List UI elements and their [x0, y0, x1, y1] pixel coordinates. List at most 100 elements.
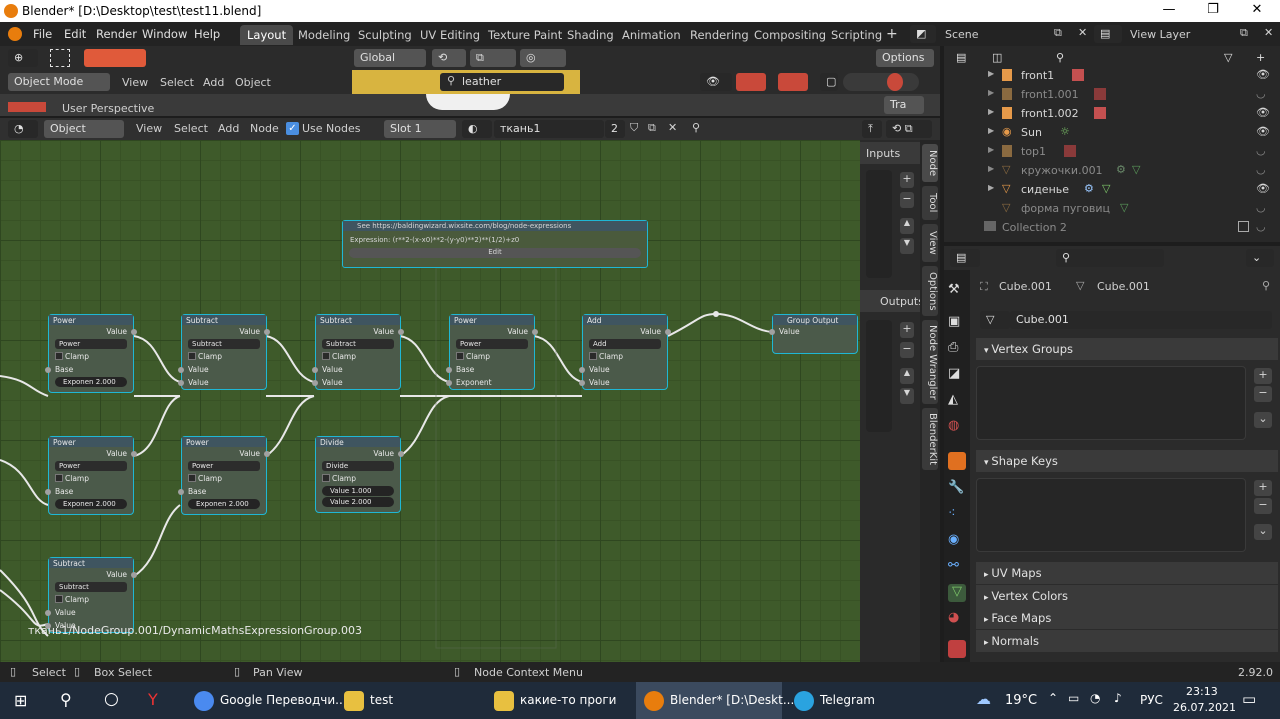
taskbar-app-google-translate[interactable]: Google Переводчи...: [186, 682, 347, 719]
taskbar-app-programs-folder[interactable]: какие-то проги: [486, 682, 632, 719]
clamp-checkbox[interactable]: [188, 474, 196, 482]
mode-dropdown[interactable]: Object Mode: [8, 73, 110, 91]
eye-icon[interactable]: 👁: [1256, 106, 1270, 119]
outputs-list[interactable]: [866, 320, 892, 432]
render-tab-icon[interactable]: ▣: [948, 314, 966, 332]
outliner-row-top1[interactable]: ▶ top1 ◡: [944, 143, 1280, 162]
input-socket[interactable]: [178, 380, 184, 386]
input-socket[interactable]: [178, 367, 184, 373]
shape-key-menu-button[interactable]: ⌄: [1254, 524, 1272, 540]
object-tab-icon[interactable]: [948, 452, 966, 470]
output-socket[interactable]: [131, 329, 137, 335]
output-socket[interactable]: [398, 451, 404, 457]
material-name-field[interactable]: ткань1: [494, 120, 604, 138]
panel-vertex-colors[interactable]: ▸ Vertex Colors: [976, 585, 1278, 607]
output-socket[interactable]: [665, 329, 671, 335]
viewport-menu-select[interactable]: Select: [160, 76, 194, 89]
menu-edit[interactable]: Edit: [64, 27, 86, 41]
remove-output-button[interactable]: −: [900, 342, 914, 358]
xray-icon[interactable]: ▢: [820, 73, 838, 91]
taskbar-app-blender[interactable]: Blender* [D:\Deskt...: [636, 682, 794, 719]
display-mode-icon[interactable]: ◫: [986, 49, 1016, 67]
input-socket[interactable]: [579, 380, 585, 386]
operation-dropdown[interactable]: Power: [55, 339, 127, 349]
pin-icon[interactable]: ⚲: [692, 121, 700, 134]
hidden-eye-icon[interactable]: ◡: [1256, 87, 1266, 100]
expand-icon[interactable]: ▶: [988, 88, 994, 97]
power-node-3[interactable]: Power Value Power Clamp Base Exponen 2.0…: [178, 436, 270, 515]
clamp-checkbox[interactable]: [55, 474, 63, 482]
proportional-edit-icon[interactable]: ◎: [520, 49, 566, 67]
sidebar-tab-blenderkit[interactable]: BlenderKit: [922, 408, 938, 470]
eye-icon[interactable]: 👁: [1256, 68, 1270, 81]
close-button[interactable]: ✕: [1246, 2, 1268, 17]
subtract-node-2[interactable]: Subtract Value Subtract Clamp Value Valu…: [312, 314, 404, 390]
clamp-checkbox[interactable]: [322, 352, 330, 360]
outliner-row-forma[interactable]: ▽ форма пуговиц ▽ ◡: [944, 200, 1280, 219]
expand-icon[interactable]: ▶: [988, 183, 994, 192]
menu-help[interactable]: Help: [194, 27, 220, 41]
operation-dropdown[interactable]: Subtract: [55, 582, 127, 592]
task-view-icon[interactable]: ○: [104, 689, 119, 709]
expand-icon[interactable]: ▶: [988, 164, 994, 173]
tool-tab-icon[interactable]: ⚒: [948, 282, 966, 300]
operation-dropdown[interactable]: Power: [456, 339, 528, 349]
menu-window[interactable]: Window: [142, 27, 187, 41]
move-down-button[interactable]: ▼: [900, 238, 914, 254]
clock-date[interactable]: 26.07.2021: [1173, 701, 1236, 714]
shape-keys-list[interactable]: [976, 478, 1246, 552]
modifier-tab-icon[interactable]: 🔧: [948, 480, 966, 498]
scene-name[interactable]: Scene: [945, 28, 979, 41]
pin-icon[interactable]: ⚲: [1262, 279, 1270, 292]
operation-dropdown[interactable]: Subtract: [322, 339, 394, 349]
world-tab-icon[interactable]: ◍: [948, 418, 966, 436]
exponent-field[interactable]: Exponen 2.000: [188, 499, 260, 509]
outliner-row-front1[interactable]: ▶ front1 👁: [944, 67, 1280, 86]
tray-network-icon[interactable]: ◔: [1090, 691, 1100, 705]
input-socket[interactable]: [579, 367, 585, 373]
properties-options-icon[interactable]: ⌄: [1246, 249, 1274, 267]
add-vertex-group-button[interactable]: +: [1254, 368, 1272, 384]
tab-sculpting[interactable]: Sculpting: [351, 25, 419, 45]
particles-tab-icon[interactable]: ⁖: [948, 506, 966, 524]
input-socket[interactable]: [45, 489, 51, 495]
outliner-row-kruzhochki[interactable]: ▶ ▽ кружочки.001 ⚙ ▽ ◡: [944, 162, 1280, 181]
pivot-point-icon[interactable]: ⟲: [432, 49, 466, 67]
panel-normals[interactable]: ▸ Normals: [976, 630, 1278, 652]
value-field-1[interactable]: Value 1.000: [322, 486, 394, 496]
fake-user-icon[interactable]: ⛉: [630, 121, 638, 135]
blender-menu-icon[interactable]: [8, 27, 22, 41]
power-node-2[interactable]: Power Value Power Clamp Base Exponen 2.0…: [45, 436, 137, 515]
viewport-menu-add[interactable]: Add: [203, 76, 224, 89]
subtract-node-1[interactable]: Subtract Value Subtract Clamp Value Valu…: [178, 314, 270, 390]
shader-type-dropdown[interactable]: Object: [44, 120, 124, 138]
sidebar-tab-options[interactable]: Options: [922, 266, 938, 316]
vertex-group-menu-button[interactable]: ⌄: [1254, 412, 1272, 428]
input-socket[interactable]: [446, 380, 452, 386]
power-node-1[interactable]: Power Value Power Clamp Base Exponen 2.0…: [45, 314, 137, 393]
copy-scene-icon[interactable]: ⧉: [1054, 26, 1062, 40]
editor-type-icon[interactable]: ⊕: [8, 49, 38, 67]
mesh-browse-icon[interactable]: ▽: [980, 311, 1010, 329]
add-output-button[interactable]: +: [900, 322, 914, 338]
remove-shape-key-button[interactable]: −: [1254, 498, 1272, 514]
node-editor-type-icon[interactable]: ◔: [8, 120, 38, 138]
filter-icon[interactable]: ▽: [1218, 49, 1246, 67]
select-tool-icon[interactable]: [50, 49, 70, 67]
gizmo-icon[interactable]: [736, 73, 766, 91]
operation-dropdown[interactable]: Add: [589, 339, 661, 349]
mesh-data-name-field[interactable]: Cube.001: [1010, 311, 1272, 329]
remove-layer-icon[interactable]: ✕: [1264, 26, 1273, 39]
view-layer-tab-icon[interactable]: ◪: [948, 366, 966, 384]
eye-icon[interactable]: 👁: [1256, 125, 1270, 138]
node-canvas[interactable]: See https://baldingwizard.wixsite.com/bl…: [0, 140, 860, 662]
clamp-checkbox[interactable]: [188, 352, 196, 360]
outliner-type-icon[interactable]: ▤: [950, 49, 980, 67]
clamp-checkbox[interactable]: [55, 352, 63, 360]
eye-icon[interactable]: 👁: [1256, 182, 1270, 195]
collection-checkbox[interactable]: [1238, 221, 1249, 232]
transform-orientation-dropdown[interactable]: Global: [354, 49, 426, 67]
material-tab-icon[interactable]: ◕: [948, 610, 966, 628]
output-socket[interactable]: [532, 329, 538, 335]
weather-icon[interactable]: ☁: [976, 690, 991, 708]
